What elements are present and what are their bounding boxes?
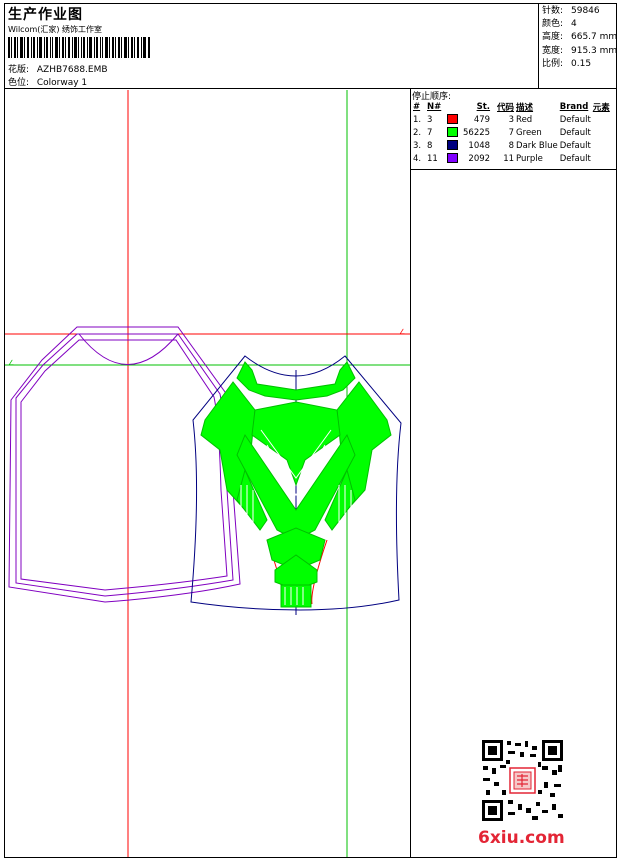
design-row: 花版: AZHB7688.EMB: [8, 62, 108, 75]
color-row-n: 11: [427, 153, 438, 164]
colorway-value: Colorway 1: [36, 78, 88, 88]
color-row-st: 1048: [468, 140, 491, 151]
color-row-desc: Green: [516, 127, 542, 138]
page-title: 生产作业图: [8, 7, 83, 23]
barcode: [8, 37, 150, 58]
color-row-n: 7: [427, 127, 433, 138]
color-row-desc: Purple: [516, 153, 543, 164]
color-row-st: 479: [473, 114, 491, 125]
color-row-idx: 2.: [413, 127, 422, 138]
color-swatch: [447, 140, 458, 151]
green-embroidery-motif: [200, 361, 392, 608]
color-row: 4. 11 2092 11 Purple Default: [412, 152, 611, 165]
color-row-desc: Dark Blue: [516, 140, 558, 151]
site-watermark: 6xiu.com: [478, 828, 565, 848]
color-table-header: # N# St. 代码 描述 Brand 元素: [413, 102, 610, 113]
stat-width: 宽度: 915.3 mm: [542, 45, 618, 56]
design-file: AZHB7688.EMB: [36, 65, 108, 75]
color-row-desc: Red: [516, 114, 533, 125]
svg-text:∠: ∠: [8, 359, 14, 367]
color-swatch: [447, 114, 458, 125]
header-divider: [538, 3, 539, 89]
color-row-n: 3: [427, 114, 433, 125]
color-row-code: 11: [503, 153, 515, 164]
color-row-st: 56225: [463, 127, 491, 138]
color-row: 2. 7 56225 7 Green Default: [412, 126, 611, 139]
stat-height: 高度: 665.7 mm: [542, 32, 618, 43]
color-row-brand: Default: [559, 153, 591, 164]
color-table: # N# St. 代码 描述 Brand 元素 1. 3 479 3 Red Defaul…: [412, 101, 611, 165]
colorway-label: 色位:: [8, 78, 30, 88]
color-row-brand: Default: [559, 114, 591, 125]
color-row-idx: 3.: [413, 140, 422, 151]
stat-colors: 颜色: 4: [542, 19, 577, 30]
color-row-brand: Default: [559, 140, 591, 151]
svg-text:∠: ∠: [399, 328, 405, 336]
color-row-idx: 1.: [413, 114, 422, 125]
color-swatch: [447, 153, 458, 164]
garment-back-outline: [8, 326, 241, 603]
company-name: Wilcom(汇家) 绣饰工作室: [8, 25, 103, 34]
color-row: 3. 8 1048 8 Dark Blue Default: [412, 139, 611, 152]
color-row-code: 3: [508, 114, 515, 125]
stat-stitches: 针数: 59846: [542, 6, 600, 16]
stat-scale: 比例: 0.15: [542, 58, 592, 69]
color-row-code: 8: [508, 140, 515, 151]
drawing-area: ∠ ∠: [5, 90, 410, 857]
color-row: 1. 3 479 3 Red Default: [412, 113, 611, 126]
color-table-divider: [410, 169, 617, 170]
side-panel-divider: [410, 89, 411, 858]
stats-panel: 针数: 59846 颜色: 4 高度: 665.7 mm 宽度: 915.3 mm 比例…: [542, 5, 617, 71]
color-row-st: 2092: [468, 153, 491, 164]
color-row-brand: Default: [559, 127, 591, 138]
color-row-code: 7: [508, 127, 515, 138]
qr-code: [480, 738, 565, 823]
color-row-n: 8: [427, 140, 433, 151]
color-row-idx: 4.: [413, 153, 422, 164]
colorway-row: 色位: Colorway 1: [8, 75, 87, 88]
design-label: 花版:: [8, 65, 30, 75]
color-swatch: [447, 127, 458, 138]
